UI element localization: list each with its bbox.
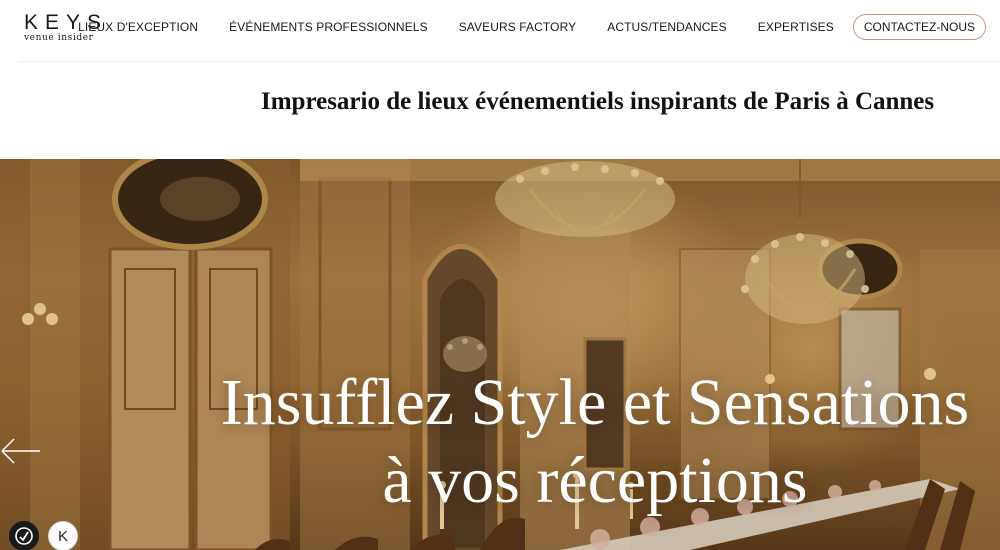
hero-headline-line1: Insufflez Style et Sensations [220,366,970,439]
hero-banner: Insufflez Style et Sensations à vos réce… [0,159,1000,550]
page-subtitle: Impresario de lieux événementiels inspir… [261,88,935,115]
nav-item-expertises[interactable]: EXPERTISES [758,20,834,34]
hero-headline: Insufflez Style et Sensations à vos réce… [0,364,1000,520]
nav-item-evenements[interactable]: ÉVÉNEMENTS PROFESSIONNELS [229,20,428,34]
header-divider [18,61,1000,62]
hero-headline-line2: à vos réceptions [382,444,808,517]
nav-item-lieux[interactable]: LIEUX D'EXCEPTION [78,20,198,34]
site-header: KEYS venue insider LIEUX D'EXCEPTION ÉVÉ… [0,0,1000,62]
main-nav: LIEUX D'EXCEPTION ÉVÉNEMENTS PROFESSIONN… [78,14,986,40]
arrow-left-icon[interactable] [0,431,44,471]
nav-item-actus[interactable]: ACTUS/TENDANCES [607,20,727,34]
contact-button[interactable]: CONTACTEZ-NOUS [852,14,986,40]
nav-item-saveurs[interactable]: SAVEURS FACTORY [459,20,577,34]
k-button[interactable]: K [48,521,78,550]
accessibility-icon[interactable] [9,521,39,550]
